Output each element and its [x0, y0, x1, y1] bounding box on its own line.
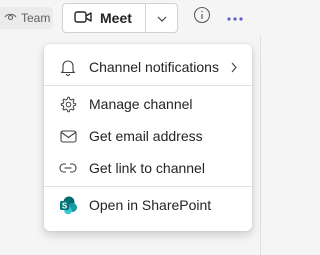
- pane-divider: [260, 36, 261, 255]
- gear-icon: [58, 94, 78, 114]
- menu-item-get-email-address[interactable]: Get email address: [44, 120, 252, 152]
- menu-item-manage-channel[interactable]: Manage channel: [44, 88, 252, 120]
- link-icon: [58, 158, 78, 178]
- svg-text:S: S: [61, 201, 67, 210]
- team-label: Team: [21, 11, 51, 25]
- info-icon: [193, 6, 211, 29]
- menu-item-get-link-to-channel[interactable]: Get link to channel: [44, 152, 252, 184]
- team-visibility-chip[interactable]: Team: [0, 7, 53, 29]
- meet-label: Meet: [100, 10, 132, 26]
- sharepoint-icon: S: [58, 195, 78, 215]
- chevron-right-icon: [224, 57, 244, 77]
- menu-divider: [44, 85, 252, 86]
- video-camera-icon: [74, 10, 92, 27]
- menu-item-channel-notifications[interactable]: Channel notifications: [44, 51, 252, 83]
- meet-button[interactable]: Meet: [63, 4, 145, 32]
- more-horizontal-icon: [227, 8, 243, 26]
- mail-icon: [58, 126, 78, 146]
- channel-options-menu: Channel notifications Manage channel Get…: [44, 44, 252, 231]
- menu-item-label: Channel notifications: [89, 59, 219, 75]
- menu-item-label: Open in SharePoint: [89, 197, 212, 213]
- channel-info-button[interactable]: [192, 6, 212, 29]
- more-options-button[interactable]: [224, 7, 246, 27]
- app-stage: Team Meet Channel notifications Manage c…: [0, 0, 268, 255]
- channel-header-toolbar: Team Meet: [0, 0, 268, 36]
- menu-item-open-in-sharepoint[interactable]: S Open in SharePoint: [44, 189, 252, 221]
- meet-split-button: Meet: [62, 3, 178, 33]
- menu-item-label: Manage channel: [89, 96, 193, 112]
- eye-icon: [4, 11, 17, 25]
- menu-divider: [44, 186, 252, 187]
- meet-options-button[interactable]: [146, 4, 177, 32]
- menu-item-label: Get link to channel: [89, 160, 205, 176]
- bell-icon: [58, 57, 78, 77]
- menu-item-label: Get email address: [89, 128, 203, 144]
- chevron-down-icon: [157, 9, 167, 27]
